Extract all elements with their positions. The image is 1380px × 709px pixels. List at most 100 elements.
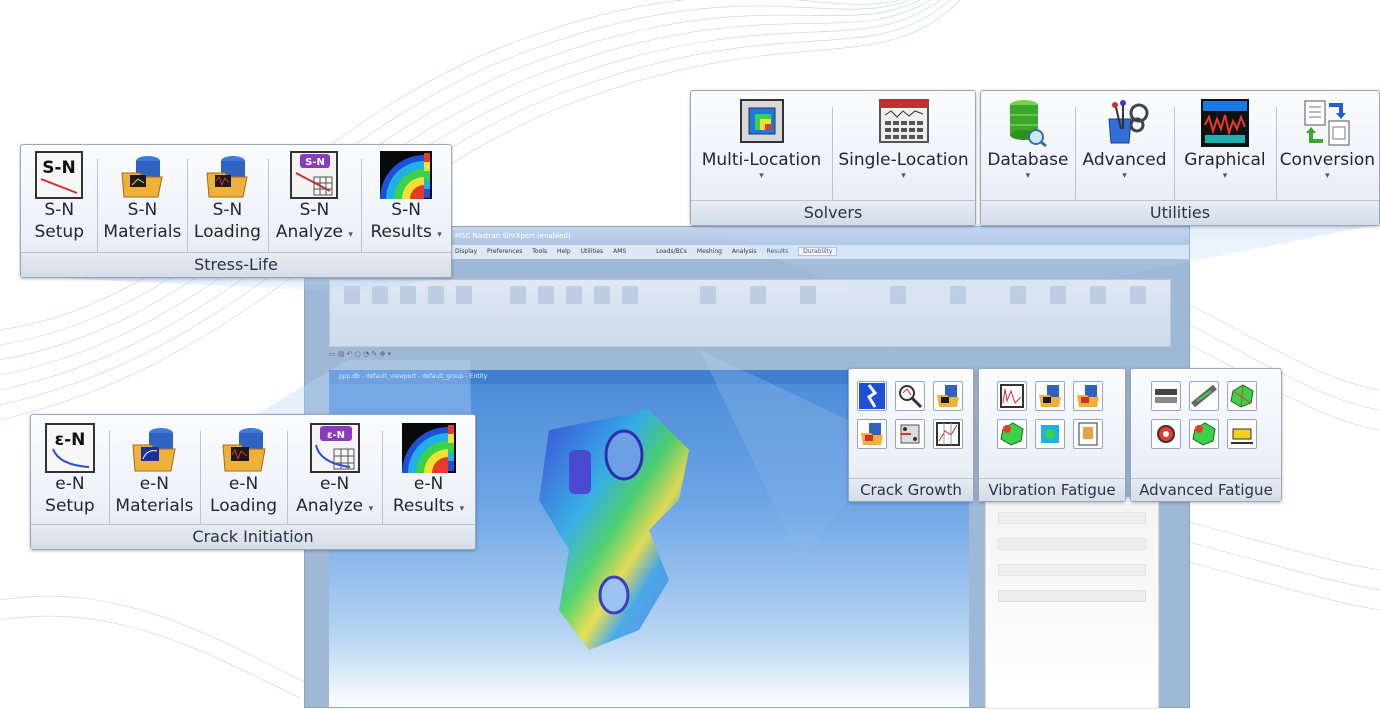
menu-preferences[interactable]: Preferences (487, 248, 522, 255)
dropdown-arrow-icon[interactable]: ▾ (759, 171, 764, 181)
vibration-fatigue-group-title: Vibration Fatigue (979, 478, 1125, 501)
database-folder-icon (1039, 385, 1061, 407)
en-setup-label-1: e-N (55, 474, 85, 494)
menu-display[interactable]: Display (455, 248, 477, 255)
advanced-fatigue-button-1[interactable] (1151, 381, 1181, 411)
tab-results[interactable]: Results (767, 248, 789, 255)
tab-durability[interactable]: Durability (798, 247, 838, 256)
crack-initiation-group: ε-N e-N Setup e-N Materials e-N Loading … (30, 414, 476, 550)
vibration-fatigue-group: Vibration Fatigue (978, 368, 1126, 502)
en-results-label-1: e-N (413, 474, 444, 494)
tab-loads-bcs[interactable]: Loads/BCs (656, 248, 687, 255)
psd-chart-icon (1000, 384, 1024, 408)
menu-tools[interactable]: Tools (532, 248, 547, 255)
vibration-fatigue-button-3[interactable] (1073, 381, 1103, 411)
sn-results-icon (380, 151, 433, 199)
dropdown-arrow-icon[interactable]: ▾ (369, 504, 374, 514)
advanced-fatigue-button-2[interactable] (1189, 381, 1219, 411)
menu-ams[interactable]: AMS (613, 248, 626, 255)
stress-life-group-title: Stress-Life (21, 252, 451, 277)
sn-materials-label-2: Materials (103, 222, 182, 242)
sn-analyze-icon-text: S-N (306, 157, 326, 168)
conversion-label: Conversion (1279, 150, 1375, 170)
advanced-fatigue-button-4[interactable] (1151, 419, 1181, 449)
sn-results-label-1: S-N (391, 200, 421, 220)
app-ribbon-thumbnail (329, 279, 1171, 347)
grid-chart-icon (936, 422, 960, 446)
sn-analyze-label-2: Analyze ▾ (275, 222, 353, 242)
dropdown-arrow-icon[interactable]: ▾ (1026, 171, 1031, 181)
dropdown-arrow-icon[interactable]: ▾ (1325, 171, 1330, 181)
dropdown-arrow-icon[interactable]: ▾ (437, 230, 442, 240)
en-setup-label-2: Setup (45, 496, 95, 516)
advanced-fatigue-group-title: Advanced Fatigue (1131, 478, 1281, 501)
advanced-fatigue-button-3[interactable] (1227, 381, 1257, 411)
multi-location-label: Multi-Location (701, 150, 822, 170)
crack-seam-icon (1191, 384, 1217, 408)
menu-help[interactable]: Help (557, 248, 571, 255)
sn-materials-label-1: S-N (127, 200, 158, 220)
solvers-group-title: Solvers (691, 200, 975, 225)
fea-part-icon (1000, 422, 1024, 446)
database-label: Database (987, 150, 1069, 170)
crack-growth-group: Crack Growth (848, 368, 974, 502)
menu-utilities[interactable]: Utilities (581, 248, 604, 255)
crack-growth-button-4[interactable] (857, 419, 887, 449)
gear-icon (1157, 425, 1175, 443)
crack-growth-button-5[interactable] (895, 419, 925, 449)
fea-mesh-icon (1230, 384, 1254, 408)
magnifier-icon (899, 385, 923, 409)
crack-growth-button-1[interactable] (857, 381, 887, 411)
advanced-icon (1107, 100, 1149, 144)
en-loading-label-1: e-N (228, 474, 259, 494)
en-analyze-label-2: Analyze ▾ (296, 496, 374, 516)
crack-growth-button-2[interactable] (895, 381, 925, 411)
database-folder-icon (937, 385, 959, 407)
crack-initiation-group-title: Crack Initiation (31, 524, 475, 549)
utilities-group-title: Utilities (981, 200, 1379, 225)
dropdown-arrow-icon[interactable]: ▾ (460, 504, 465, 514)
advanced-fatigue-button-5[interactable] (1189, 419, 1219, 449)
dropdown-arrow-icon[interactable]: ▾ (901, 171, 906, 181)
advanced-fatigue-button-6[interactable] (1227, 419, 1257, 449)
en-materials-icon (132, 428, 176, 472)
vibration-fatigue-button-4[interactable] (997, 419, 1027, 449)
advanced-fatigue-group: Advanced Fatigue (1130, 368, 1282, 502)
crack-growth-group-title: Crack Growth (849, 478, 973, 501)
vibration-fatigue-button-1[interactable] (997, 381, 1027, 411)
sn-results-label-2: Results ▾ (370, 222, 442, 242)
vibration-fatigue-button-6[interactable] (1073, 419, 1103, 449)
sn-loading-label-2: Loading (193, 222, 261, 242)
dropdown-arrow-icon[interactable]: ▾ (1122, 171, 1127, 181)
conversion-icon (1304, 100, 1350, 146)
dropdown-arrow-icon[interactable]: ▾ (1223, 171, 1228, 181)
database-folder-icon (861, 423, 883, 445)
stress-life-group: S-N S-N Setup S-N Materials S-N Loading … (20, 144, 452, 278)
en-setup-icon: ε-N (44, 423, 95, 473)
en-loading-label-2: Loading (210, 496, 278, 516)
vibration-fatigue-button-2[interactable] (1035, 381, 1065, 411)
graphical-label: Graphical (1184, 150, 1266, 170)
database-folder-icon (1077, 385, 1099, 407)
crack-growth-button-6[interactable] (933, 419, 963, 449)
crack-specimen-icon (900, 424, 920, 444)
sn-setup-label-2: Setup (34, 222, 84, 242)
dropdown-arrow-icon[interactable]: ▾ (348, 230, 353, 240)
en-materials-label-1: e-N (139, 474, 170, 494)
database-icon (1009, 100, 1047, 147)
analysis-run-icon (1041, 425, 1059, 443)
en-analyze-icon-text: ε-N (327, 430, 345, 441)
tab-meshing[interactable]: Meshing (697, 248, 722, 255)
utilities-group: Database ▾ Advanced ▾ Graphical ▾ Conver… (980, 90, 1380, 226)
multi-location-icon (739, 99, 784, 143)
crack-path-icon (859, 383, 885, 409)
crack-growth-button-3[interactable] (933, 381, 963, 411)
single-location-label: Single-Location (838, 150, 969, 170)
sn-setup-icon-text: S-N (42, 158, 76, 178)
vibration-fatigue-button-5[interactable] (1035, 419, 1065, 449)
results-page-icon (1078, 422, 1098, 446)
sn-setup-label-1: S-N (44, 200, 75, 220)
en-results-label-2: Results ▾ (392, 496, 465, 516)
graphical-icon (1200, 99, 1249, 147)
tab-analysis[interactable]: Analysis (732, 248, 757, 255)
